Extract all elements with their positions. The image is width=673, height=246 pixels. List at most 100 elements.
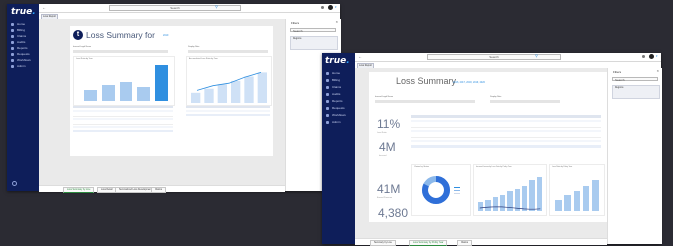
back-arrow-icon[interactable]: ← xyxy=(358,54,362,59)
sidebar-item-requests[interactable]: Requests xyxy=(11,52,30,56)
chart-right-title: Loss Ratio by Policy Year xyxy=(552,166,573,168)
filters-title: Filters xyxy=(613,70,622,74)
tab-loss-detail[interactable]: Loss Detail xyxy=(97,187,117,193)
insured-name-select[interactable] xyxy=(375,100,475,103)
top-bar: ← Search ⚲ ▾ xyxy=(355,53,661,62)
sidebar-item-audits[interactable]: Audits xyxy=(326,92,340,96)
sidebar-item-billing[interactable]: Billing xyxy=(326,78,340,82)
reports-icon xyxy=(326,99,329,103)
chart-bar xyxy=(564,194,572,211)
search-icon[interactable]: ⚲ xyxy=(535,53,538,58)
sidebar-item-requests[interactable]: Requests xyxy=(326,106,345,110)
table-header xyxy=(73,106,173,108)
table-row xyxy=(73,122,173,125)
kpi-earned-premium-label: Earned Premium xyxy=(377,197,393,199)
loss-table xyxy=(411,115,601,157)
avatar[interactable] xyxy=(328,5,333,10)
close-icon[interactable]: ✕ xyxy=(335,20,338,24)
report-subtitle: 2019 xyxy=(163,34,169,37)
incurred-losses-chart: Incurred Losses by Loss Date by Policy Y… xyxy=(473,164,547,216)
requests-icon xyxy=(326,106,329,110)
back-arrow-icon[interactable]: ← xyxy=(42,5,46,10)
table-row xyxy=(411,140,601,142)
tab-claims[interactable]: Claims xyxy=(457,240,473,246)
search-input[interactable]: Search xyxy=(427,54,561,60)
table-total-row xyxy=(411,145,601,148)
filter-card[interactable]: Regions xyxy=(612,85,660,99)
chart-right-title: Accumulated Loss Ratio by Year xyxy=(189,58,218,60)
table-row xyxy=(411,130,601,132)
donut xyxy=(422,176,450,204)
avatar[interactable] xyxy=(649,54,654,59)
table-header xyxy=(186,106,270,108)
notification-icon[interactable] xyxy=(321,6,324,9)
chart-bar xyxy=(231,80,241,103)
admin-icon xyxy=(11,64,14,68)
bar-group xyxy=(554,175,600,211)
home-icon xyxy=(326,71,329,75)
user-menu-icon[interactable]: ▾ xyxy=(335,5,337,9)
chart-bar xyxy=(592,180,599,211)
filters-search-input[interactable]: Search xyxy=(290,28,336,33)
display-rate-label: Display Rate xyxy=(490,96,502,98)
sidebar-item-claims[interactable]: Claims xyxy=(11,34,26,38)
tab-summary-by-policy-year[interactable]: Loss Summary by Policy Year xyxy=(409,240,448,246)
audits-icon xyxy=(326,92,329,96)
chart-bar xyxy=(102,85,115,101)
close-icon[interactable]: ✕ xyxy=(656,69,659,73)
tab-claims[interactable]: Claims xyxy=(151,187,167,193)
display-rate-select[interactable] xyxy=(490,100,560,103)
kpi-loss-ratio-label: Loss Ratio xyxy=(377,132,387,134)
insured-name-select[interactable] xyxy=(73,50,168,53)
notification-icon[interactable] xyxy=(642,55,645,58)
line-overlay xyxy=(479,206,541,210)
search-icon[interactable]: ⚲ xyxy=(215,4,218,9)
table-row xyxy=(73,114,173,117)
sidebar-item-admin[interactable]: Admin xyxy=(11,64,26,68)
kpi-incurred: 4M xyxy=(379,140,396,154)
search-input[interactable]: Search xyxy=(109,5,241,11)
filters-title: Filters xyxy=(291,21,300,25)
display-rate-select[interactable] xyxy=(188,50,268,53)
report-page: Loss Summary 2016, 2017, 2018, 2019, 202… xyxy=(369,72,607,222)
workflows-icon xyxy=(11,58,14,62)
tab-loss-development[interactable]: Summarized Loss Development xyxy=(115,187,156,193)
user-menu-icon[interactable]: ▾ xyxy=(656,54,658,58)
table-row xyxy=(73,110,173,112)
chart-bar xyxy=(257,72,267,103)
chart-bar xyxy=(119,82,133,101)
tab-loss-summary[interactable]: Loss Summary by Line xyxy=(63,187,95,193)
filter-card[interactable]: Regions xyxy=(290,36,338,50)
sidebar-item-claims[interactable]: Claims xyxy=(326,85,341,89)
settings-icon[interactable] xyxy=(12,181,17,186)
sidebar-item-reports[interactable]: Reports xyxy=(326,99,343,103)
table-row xyxy=(73,118,173,120)
top-bar: ← Search ⚲ ▾ xyxy=(39,4,340,13)
report-page: t Loss Summary for 2019 Insured Legal Na… xyxy=(70,26,273,156)
chart-left-title: Loss Ratio by Year xyxy=(76,58,93,60)
kpi-incurred-label: Incurred xyxy=(379,155,387,157)
table-total-row xyxy=(186,114,270,116)
filters-pane: Filters ✕ Search Regions xyxy=(607,68,662,244)
billing-icon xyxy=(326,78,329,82)
filter-card-title: Regions xyxy=(615,87,624,89)
sidebar-item-reports[interactable]: Reports xyxy=(11,46,28,50)
filters-search-input[interactable]: Search xyxy=(612,77,658,82)
requests-icon xyxy=(11,52,14,56)
home-icon xyxy=(11,22,14,26)
sidebar-item-home[interactable]: Home xyxy=(326,71,340,75)
sidebar-item-workflows[interactable]: Workflows xyxy=(326,113,346,117)
reports-icon xyxy=(11,46,14,50)
tab-summary-by-line[interactable]: Summary by Line xyxy=(370,240,396,246)
sidebar-item-audits[interactable]: Audits xyxy=(11,40,25,44)
sidebar-item-workflows[interactable]: Workflows xyxy=(11,58,31,62)
app-logo: true. xyxy=(11,7,36,17)
sidebar-item-billing[interactable]: Billing xyxy=(11,28,25,32)
sidebar-item-home[interactable]: Home xyxy=(11,22,25,26)
kpi-loss-ratio: 11% xyxy=(377,117,401,131)
loss-ratio-chart: Loss Ratio by Policy Year xyxy=(549,164,605,216)
filter-card-title: Regions xyxy=(293,38,302,40)
back-window: true. Home Billing Claims Audits Reports… xyxy=(7,4,341,193)
sidebar-item-admin[interactable]: Admin xyxy=(326,120,341,124)
chart-bar xyxy=(555,200,562,211)
